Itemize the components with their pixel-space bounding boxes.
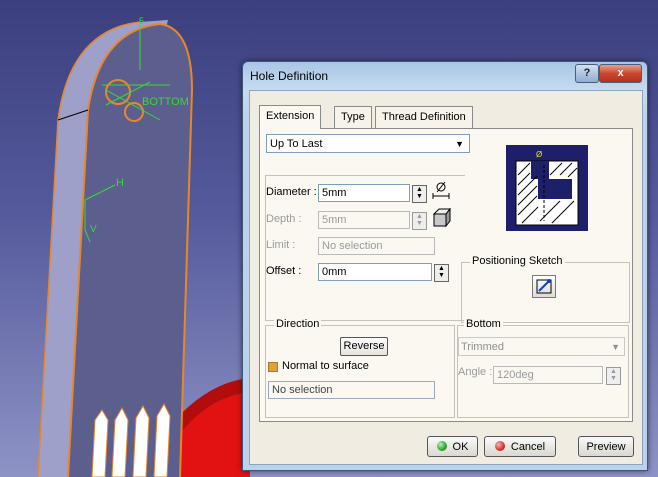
ok-icon [436,441,447,452]
chevron-down-icon: ▼ [611,342,620,352]
tab-thread-definition[interactable]: Thread Definition [375,106,473,128]
extension-panel: Up To Last ▼ Diameter : 5mm ▲ ▼ Depth : 5… [259,128,633,422]
bottom-label: BOTTOM [142,96,189,108]
diameter-spinner[interactable]: ▲ ▼ [412,185,427,203]
bottom-group: Bottom Trimmed ▼ Angle : 120deg ▲ ▼ [457,318,629,418]
v-label: V [90,224,97,235]
offset-label: Offset : [266,265,302,277]
angle-spinner: ▲ ▼ [606,367,621,385]
ok-button[interactable]: OK [427,436,478,457]
dialog-client: Extension Type Thread Definition Up To L… [249,90,643,465]
parameters-group: Diameter : 5mm ▲ ▼ Depth : 5mm ▲ ▼ Limit :… [265,175,465,321]
bottom-type-value: Trimmed [461,341,504,353]
tab-extension[interactable]: Extension [259,105,322,129]
angle-field: 120deg [493,366,603,384]
positioning-sketch-group: Positioning Sketch [461,255,630,323]
chevron-down-icon: ▼ [455,139,464,149]
diameter-field[interactable]: 5mm [318,184,410,202]
limit-type-dropdown[interactable]: Up To Last ▼ [266,134,470,153]
cancel-label: Cancel [510,441,546,453]
cancel-icon [494,441,505,452]
depth-field: 5mm [318,211,410,229]
dialog-title: Hole Definition [250,69,329,83]
sketch-icon[interactable] [532,275,556,298]
cancel-button[interactable]: Cancel [484,436,556,457]
depth-label: Depth : [266,213,302,225]
limit-type-value: Up To Last [270,138,323,150]
close-button[interactable]: x [599,64,642,83]
depth-cube-icon [432,208,451,228]
normal-to-surface-label: Normal to surface [282,360,369,372]
tab-type[interactable]: Type [334,106,372,128]
diameter-measure-icon[interactable] [431,181,451,201]
help-button[interactable]: ? [575,64,599,83]
diameter-label: Diameter : [266,186,317,198]
direction-selection-field[interactable]: No selection [268,381,435,399]
hole-definition-dialog: Hole Definition ? x Extension Type Threa… [242,61,648,471]
angle-label: Angle : [458,366,493,378]
offset-spinner[interactable]: ▲ ▼ [434,264,449,282]
depth-spinner: ▲ ▼ [412,212,427,230]
limit-label: Limit : [266,239,296,251]
ok-label: OK [452,441,469,453]
dim-label: 5 [139,16,144,26]
preview-button[interactable]: Preview [578,436,634,457]
positioning-sketch-title: Positioning Sketch [470,255,565,267]
reverse-button[interactable]: Reverse [340,337,388,356]
hole-preview-image: Ø [506,145,588,231]
offset-field[interactable]: 0mm [318,263,432,281]
bottom-title: Bottom [464,318,503,330]
direction-title: Direction [274,318,322,330]
svg-text:Ø: Ø [536,150,542,159]
direction-group: Direction Reverse Normal to surface No s… [265,318,455,418]
bottom-type-dropdown: Trimmed ▼ [458,337,625,356]
limit-field: No selection [318,237,435,255]
normal-to-surface-checkbox[interactable] [268,362,278,372]
h-label: H [116,177,124,189]
